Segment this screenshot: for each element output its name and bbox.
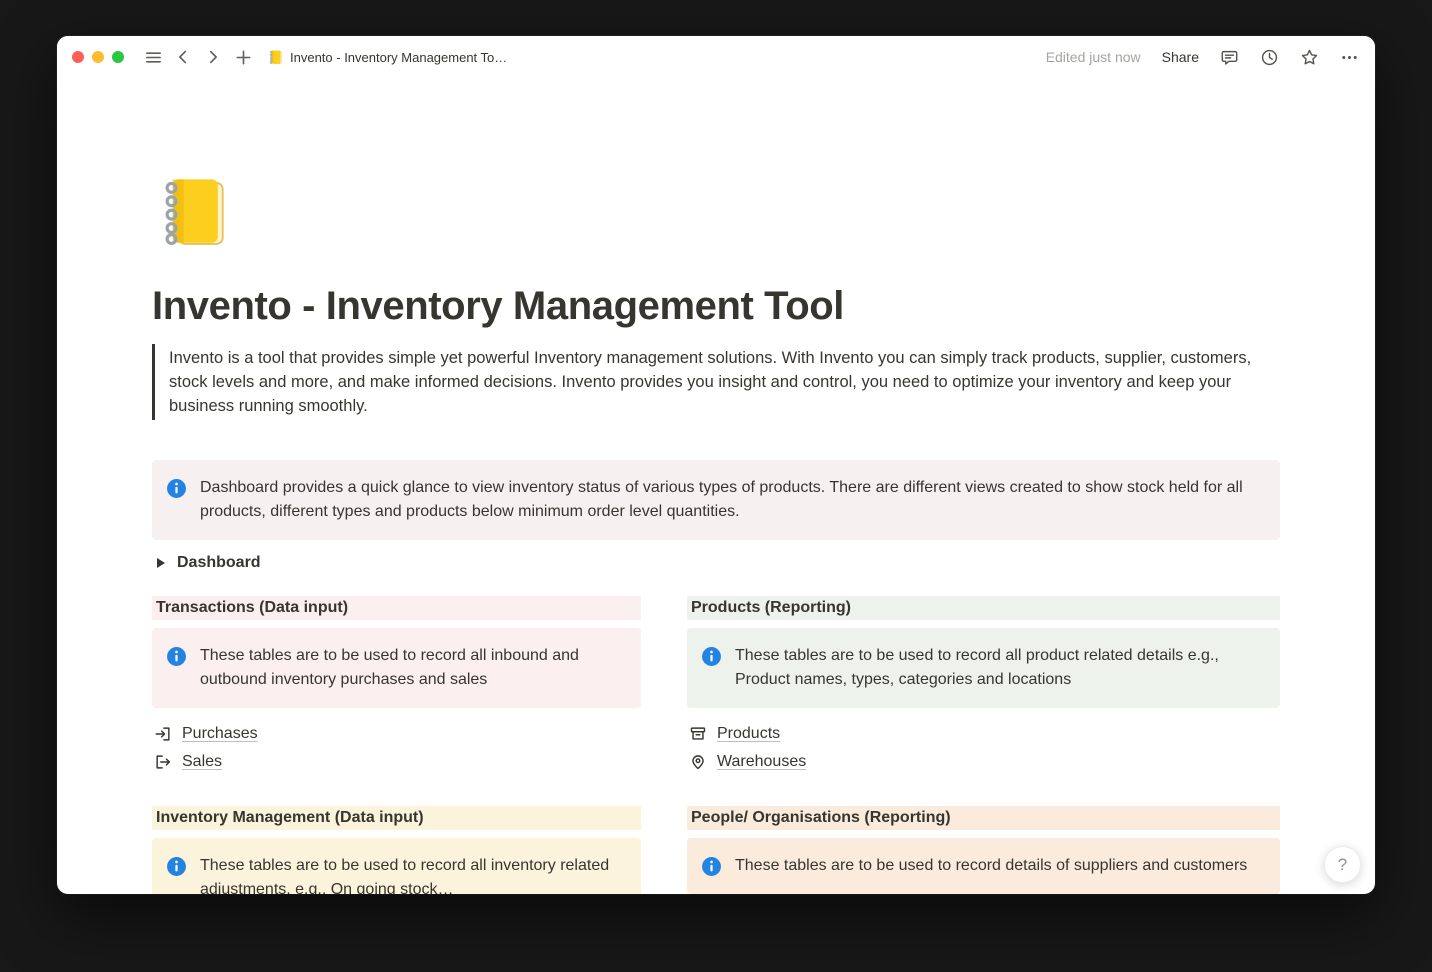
quote-text: Invento is a tool that provides simple y… [169,349,1251,415]
page-link-warehouses[interactable]: Warehouses [687,748,808,776]
section-heading: Inventory Management (Data input) [152,806,641,830]
close-window-button[interactable] [72,51,84,63]
more-icon[interactable] [1340,48,1359,67]
callout-text: These tables are to be used to record al… [200,644,625,692]
app-window: Invento - Inventory Management To… Edite… [57,36,1375,894]
page-link-label: Sales [182,753,222,771]
section-heading: People/ Organisations (Reporting) [687,806,1280,830]
page-title: Invento - Inventory Management Tool [152,282,1280,330]
callout-text: These tables are to be used to record de… [735,854,1247,878]
back-icon[interactable] [170,44,196,70]
section-callout: These tables are to be used to record al… [152,838,641,894]
toggle-arrow-icon [154,557,168,569]
import-icon [154,725,172,743]
active-tab[interactable]: Invento - Inventory Management To… [267,49,507,65]
section-callout: These tables are to be used to record al… [687,628,1280,708]
notebook-icon [152,172,230,250]
page-link-label: Purchases [182,725,258,743]
favorite-star-icon[interactable] [1300,48,1319,67]
section-links: Purchases Sales [152,720,641,776]
section-links: Products Warehouses [687,720,1280,776]
page-icon[interactable] [152,172,230,250]
titlebar-actions: Edited just now Share [1046,48,1359,67]
callout-text: These tables are to be used to record al… [735,644,1264,692]
page-link-label: Warehouses [717,753,806,771]
new-tab-icon[interactable] [230,44,256,70]
callout-text: These tables are to be used to record al… [200,854,625,894]
info-icon [166,856,187,877]
export-icon [154,753,172,771]
toggle-label: Dashboard [177,554,261,572]
info-icon [166,646,187,667]
section-people-organisations: People/ Organisations (Reporting) These … [687,806,1280,894]
page-link-products[interactable]: Products [687,720,782,748]
history-icon[interactable] [1260,48,1279,67]
tab-title: Invento - Inventory Management To… [290,50,507,65]
forward-icon[interactable] [200,44,226,70]
comments-icon[interactable] [1220,48,1239,67]
zoom-window-button[interactable] [112,51,124,63]
window-controls [72,51,124,63]
desktop-background: Invento - Inventory Management To… Edite… [0,0,1432,972]
section-inventory-management: Inventory Management (Data input) These … [152,806,641,894]
section-products: Products (Reporting) These tables are to… [687,596,1280,776]
help-button[interactable]: ? [1324,846,1361,883]
section-heading: Transactions (Data input) [152,596,641,620]
titlebar: Invento - Inventory Management To… Edite… [57,36,1375,78]
archive-icon [689,725,707,743]
dashboard-callout: Dashboard provides a quick glance to vie… [152,460,1280,540]
notebook-icon [267,49,283,65]
columns-row-1: Transactions (Data input) These tables a… [152,596,1280,776]
callout-text: Dashboard provides a quick glance to vie… [200,476,1264,524]
location-pin-icon [689,753,707,771]
edited-status: Edited just now [1046,49,1141,65]
page-link-label: Products [717,725,780,743]
page-link-sales[interactable]: Sales [152,748,224,776]
page-link-purchases[interactable]: Purchases [152,720,260,748]
quote-block: Invento is a tool that provides simple y… [152,344,1260,420]
info-icon [701,646,722,667]
menu-icon[interactable] [140,44,166,70]
section-callout: These tables are to be used to record al… [152,628,641,708]
columns-row-2: Inventory Management (Data input) These … [152,806,1280,894]
section-callout: These tables are to be used to record de… [687,838,1280,894]
page-scroll-area: Invento - Inventory Management Tool Inve… [57,78,1375,894]
info-icon [701,856,722,877]
minimize-window-button[interactable] [92,51,104,63]
share-button[interactable]: Share [1162,49,1199,65]
info-icon [166,478,187,499]
section-transactions: Transactions (Data input) These tables a… [152,596,641,776]
dashboard-toggle[interactable]: Dashboard [152,550,263,576]
page-body: Invento - Inventory Management Tool Inve… [152,78,1280,894]
section-heading: Products (Reporting) [687,596,1280,620]
